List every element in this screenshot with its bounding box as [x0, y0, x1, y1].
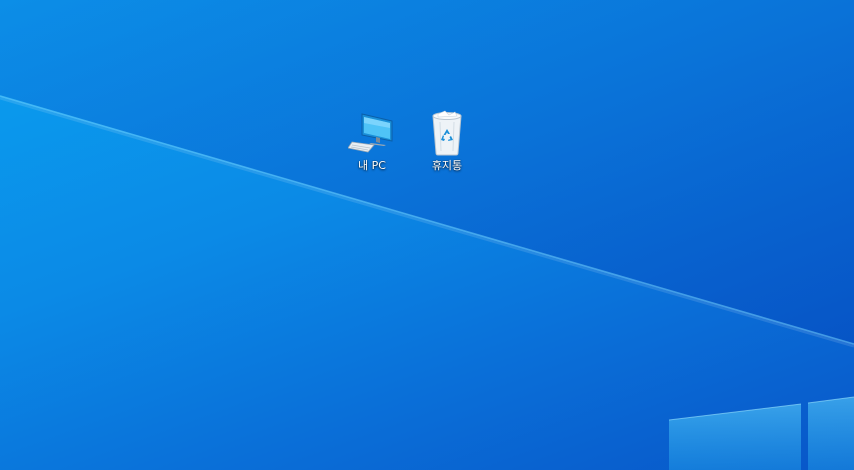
desktop-icon-recycle-bin[interactable]: 휴지통 [412, 108, 482, 180]
desktop-background[interactable]: 내 PC 휴지통 [0, 0, 854, 470]
wallpaper-graphic [0, 0, 854, 470]
windows-logo-pane-right [808, 397, 854, 470]
windows-logo-pane-left [669, 404, 801, 470]
desktop-icon-my-pc[interactable]: 내 PC [337, 108, 407, 180]
computer-icon [348, 113, 393, 153]
recycle-bin-icon [432, 110, 462, 156]
desktop-icon-label: 내 PC [358, 159, 386, 172]
desktop-icon-label: 휴지통 [431, 159, 463, 172]
